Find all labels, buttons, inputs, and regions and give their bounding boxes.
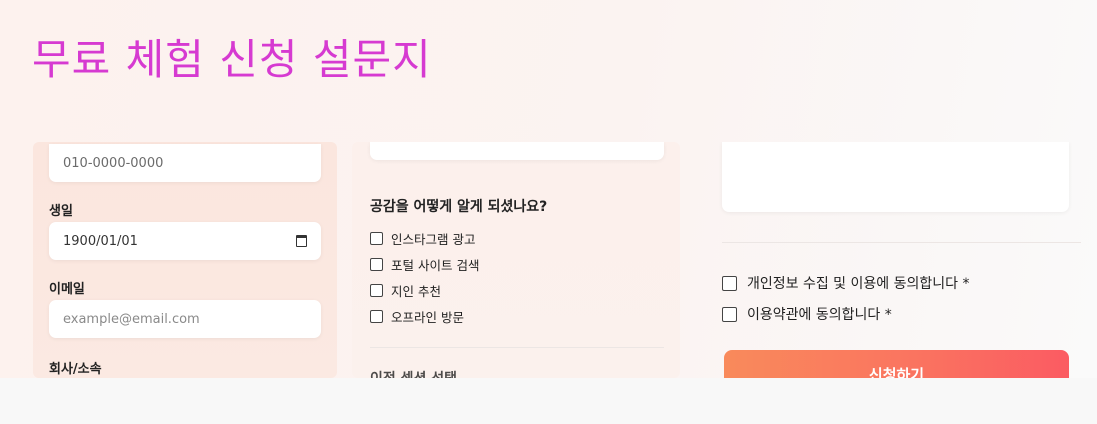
phone-field[interactable]: 010-0000-0000: [49, 144, 321, 182]
agreement-label: 이용약관에 동의합니다 *: [747, 307, 892, 323]
calendar-icon[interactable]: [296, 235, 307, 247]
option-offline[interactable]: 오프라인 방문: [370, 307, 464, 326]
terms-agreement[interactable]: 이용약관에 동의합니다 *: [722, 304, 892, 324]
option-label: 오프라인 방문: [391, 310, 464, 325]
option-referral[interactable]: 지인 추천: [370, 281, 441, 300]
agreement-column: 개인정보 수집 및 이용에 동의합니다 * 이용약관에 동의합니다 *: [706, 142, 1081, 378]
checkbox-icon[interactable]: [370, 284, 383, 297]
option-instagram[interactable]: 인스타그램 광고: [370, 229, 475, 248]
comment-textarea[interactable]: [722, 142, 1069, 212]
form-viewport: 010-0000-0000 생일 1900/01/01 이메일 example@…: [0, 142, 1097, 378]
option-portal[interactable]: 포털 사이트 검색: [370, 255, 479, 274]
checkbox-icon[interactable]: [370, 310, 383, 323]
page-title: 무료 체험 신청 설문지: [32, 35, 432, 84]
checkbox-icon[interactable]: [722, 306, 737, 322]
phone-value: 010-0000-0000: [63, 155, 164, 171]
bottom-area: [0, 378, 1097, 424]
section-divider: [722, 242, 1081, 243]
email-label: 이메일: [49, 282, 85, 297]
section-divider: [370, 347, 664, 348]
birthday-field[interactable]: 1900/01/01: [49, 222, 321, 260]
survey-column: 공감을 어떻게 알게 되셨나요? 인스타그램 광고 포털 사이트 검색 지인 추…: [352, 142, 680, 378]
email-placeholder: example@email.com: [63, 311, 200, 327]
checkbox-icon[interactable]: [370, 258, 383, 271]
company-label: 회사/소속: [49, 362, 102, 377]
next-section-label: 이전 섹션 선택: [370, 368, 457, 378]
previous-field[interactable]: [370, 142, 664, 160]
agreement-label: 개인정보 수집 및 이용에 동의합니다 *: [747, 276, 970, 292]
privacy-agreement[interactable]: 개인정보 수집 및 이용에 동의합니다 *: [722, 273, 969, 293]
option-label: 지인 추천: [391, 284, 441, 299]
email-field[interactable]: example@email.com: [49, 300, 321, 338]
birthday-label: 생일: [49, 204, 73, 219]
option-label: 인스타그램 광고: [391, 232, 476, 247]
option-label: 포털 사이트 검색: [391, 258, 480, 273]
checkbox-icon[interactable]: [370, 232, 383, 245]
referral-question: 공감을 어떻게 알게 되셨나요?: [370, 199, 548, 215]
birthday-value: 1900/01/01: [63, 233, 138, 249]
personal-info-column: 010-0000-0000 생일 1900/01/01 이메일 example@…: [33, 142, 337, 378]
checkbox-icon[interactable]: [722, 275, 737, 291]
